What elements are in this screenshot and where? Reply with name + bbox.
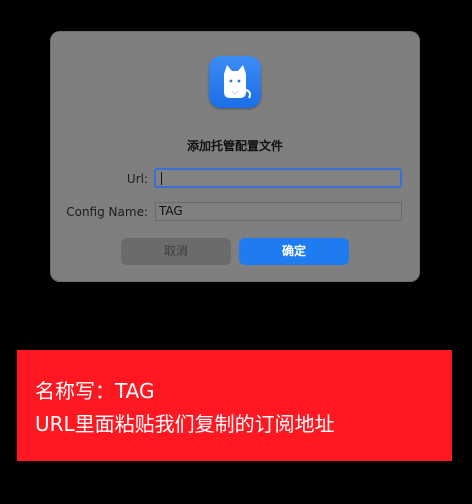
cancel-button[interactable]: 取消 [121,238,231,265]
text-caret [161,172,162,185]
config-name-input[interactable]: TAG [155,202,402,221]
config-name-label: Config Name: [66,205,148,219]
dialog-title: 添加托管配置文件 [186,139,283,153]
cat-icon [209,56,261,108]
instruction-line-url: URL里面粘贴我们复制的订阅地址 [35,412,335,436]
instruction-line-name: 名称写：TAG [35,379,155,403]
url-input[interactable] [154,168,402,188]
url-label: Url: [126,172,148,186]
confirm-button[interactable]: 确定 [239,238,349,265]
add-profile-dialog: 添加托管配置文件 Url: Config Name: TAG 取消 确定 [50,31,420,282]
instruction-banner: 名称写：TAG URL里面粘贴我们复制的订阅地址 [17,350,452,461]
